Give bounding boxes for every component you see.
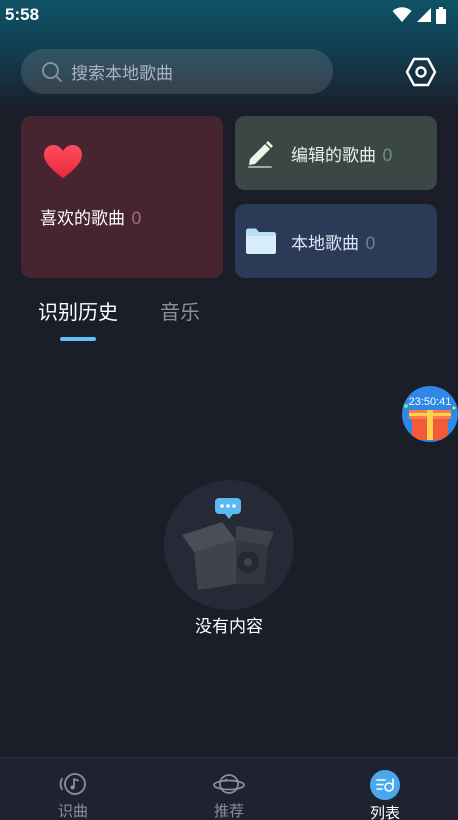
edited-songs-label: 编辑的歌曲 0 [291,141,393,166]
gift-timer: 23:50:41 [408,396,452,408]
tab-recognition-history[interactable]: 识别历史 [38,296,118,325]
status-time: 5:58 [5,5,40,24]
local-songs-count: 0 [365,233,376,254]
edited-songs-title: 编辑的歌曲 [291,145,376,166]
local-songs-title: 本地歌曲 [291,233,359,254]
gift-icon [404,404,456,440]
nav-label-list: 列表 [369,804,400,820]
pencil-icon [248,141,273,168]
list-icon [370,770,400,800]
search-placeholder: 搜索本地歌曲 [71,64,173,84]
tab-bar: 识别历史 音乐 [38,296,200,325]
liked-songs-label: 喜欢的歌曲 0 [40,204,142,229]
empty-state-illustration [164,480,294,610]
nav-label-recognize: 识曲 [57,802,88,820]
edited-songs-card[interactable]: 编辑的歌曲 0 [235,116,437,190]
local-songs-label: 本地歌曲 0 [291,229,376,254]
search-input[interactable]: 搜索本地歌曲 [21,49,333,94]
status-icons [392,6,446,24]
liked-songs-title: 喜欢的歌曲 [40,209,125,229]
settings-button[interactable] [404,56,438,88]
signal-icon [417,8,431,22]
search-icon [42,61,62,82]
liked-songs-card[interactable]: 喜欢的歌曲 0 [21,116,223,278]
battery-icon [436,6,446,24]
local-songs-card[interactable]: 本地歌曲 0 [235,204,437,278]
liked-songs-count: 0 [131,209,142,229]
gift-float-button[interactable]: 23:50:41 [402,386,458,442]
music-recognize-icon [59,773,86,795]
wifi-icon [392,7,412,22]
planet-icon [213,774,245,794]
empty-state-text: 没有内容 [195,617,263,637]
empty-box-icon [182,498,274,590]
folder-icon [246,228,276,254]
settings-hexagon-icon [405,57,437,87]
bottom-nav: 识曲 推荐 列表 [0,757,458,820]
nav-label-recommend: 推荐 [213,802,244,820]
edited-songs-count: 0 [382,145,393,166]
tab-music[interactable]: 音乐 [160,296,200,325]
heart-icon [44,145,82,178]
nav-item-recommend[interactable]: 推荐 [179,758,279,820]
active-tab-indicator [60,337,96,341]
status-bar: 5:58 [0,0,458,30]
nav-item-list[interactable]: 列表 [335,758,435,820]
nav-item-recognize[interactable]: 识曲 [23,758,123,820]
